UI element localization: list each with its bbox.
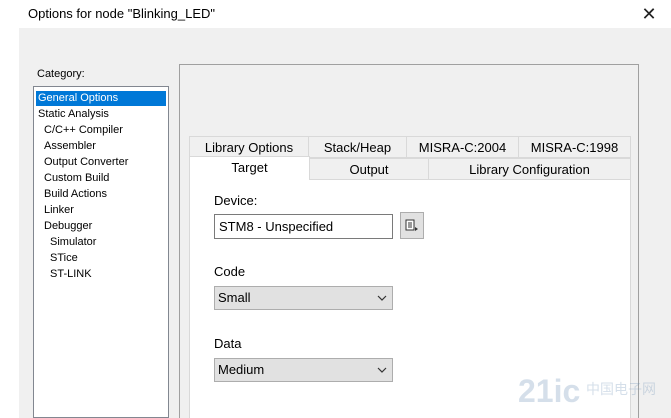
tab-library-options[interactable]: Library Options (189, 136, 309, 158)
data-label: Data (214, 336, 242, 351)
watermark-text: 21ic (518, 373, 580, 409)
category-item-simulator[interactable]: Simulator (48, 235, 98, 250)
device-field[interactable]: STM8 - Unspecified (214, 214, 393, 239)
category-item-general-options[interactable]: General Options (36, 91, 166, 106)
tab-library-configuration[interactable]: Library Configuration (428, 158, 631, 180)
watermark-subtext: 中国电子网 (586, 382, 656, 398)
category-item-stice[interactable]: STice (48, 251, 80, 266)
device-list-icon (405, 219, 418, 231)
tab-misra-c-1998[interactable]: MISRA-C:1998 (518, 136, 631, 158)
title-bar: Options for node "Blinking_LED" ✕ (0, 0, 671, 28)
chevron-down-icon (376, 287, 388, 309)
category-item-output-converter[interactable]: Output Converter (42, 155, 130, 170)
close-icon: ✕ (641, 3, 657, 24)
device-select-button[interactable] (400, 212, 424, 239)
code-model-value: Small (218, 290, 251, 305)
left-margin (0, 28, 19, 418)
category-item-c-cpp-compiler[interactable]: C/C++ Compiler (42, 123, 125, 138)
window-title: Options for node "Blinking_LED" (28, 6, 216, 21)
category-item-custom-build[interactable]: Custom Build (42, 171, 111, 186)
category-label: Category: (37, 68, 85, 80)
category-item-debugger[interactable]: Debugger (42, 219, 94, 234)
category-list[interactable]: General Options Static Analysis C/C++ Co… (33, 86, 169, 418)
category-item-assembler[interactable]: Assembler (42, 139, 98, 154)
data-model-value: Medium (218, 362, 265, 377)
watermark-logo: 21ic 中国电子网 (516, 370, 666, 414)
data-model-select[interactable]: Medium (214, 358, 393, 382)
code-label: Code (214, 264, 246, 279)
category-item-build-actions[interactable]: Build Actions (42, 187, 109, 202)
chevron-down-icon (376, 359, 388, 381)
close-button[interactable]: ✕ (627, 0, 671, 28)
category-item-st-link[interactable]: ST-LINK (48, 267, 94, 282)
device-label: Device: (214, 193, 258, 208)
code-model-select[interactable]: Small (214, 286, 393, 310)
tab-misra-c-2004[interactable]: MISRA-C:2004 (406, 136, 519, 158)
tab-stack-heap[interactable]: Stack/Heap (308, 136, 407, 158)
tab-output[interactable]: Output (309, 158, 429, 180)
category-item-static-analysis[interactable]: Static Analysis (36, 107, 111, 122)
category-item-linker[interactable]: Linker (42, 203, 76, 218)
tab-target[interactable]: Target (189, 156, 310, 181)
